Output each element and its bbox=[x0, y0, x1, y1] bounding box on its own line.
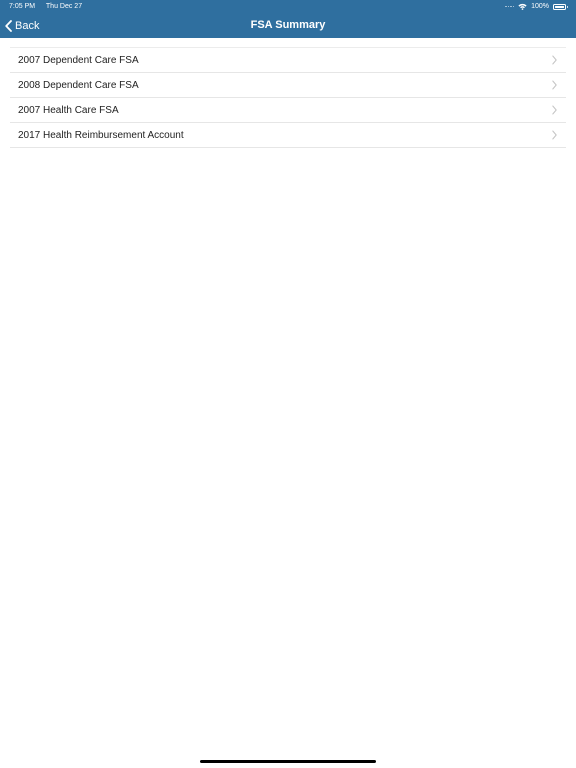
home-indicator[interactable] bbox=[200, 760, 376, 763]
list-item-account[interactable]: 2017 Health Reimbursement Account bbox=[10, 123, 566, 148]
battery-icon bbox=[553, 3, 568, 10]
account-label: 2008 Dependent Care FSA bbox=[18, 79, 139, 91]
signal-icon bbox=[505, 5, 515, 8]
status-date: Thu Dec 27 bbox=[45, 3, 83, 10]
list-item-account[interactable]: 2007 Health Care FSA bbox=[10, 98, 566, 123]
chevron-right-icon bbox=[552, 130, 557, 140]
chevron-right-icon bbox=[552, 55, 557, 65]
chevron-right-icon bbox=[552, 80, 557, 90]
status-bar: 7:05 PM Thu Dec 27 100% bbox=[0, 0, 576, 13]
battery-nub bbox=[566, 5, 568, 8]
account-label: 2007 Health Care FSA bbox=[18, 104, 119, 116]
page-title: FSA Summary bbox=[250, 19, 326, 31]
wifi-icon bbox=[518, 3, 527, 10]
list-item-account[interactable]: 2007 Dependent Care FSA bbox=[10, 48, 566, 73]
battery-percent: 100% bbox=[531, 3, 549, 10]
status-time: 7:05 PM bbox=[9, 3, 36, 10]
account-label: 2007 Dependent Care FSA bbox=[18, 54, 139, 66]
status-indicators: 100% bbox=[505, 0, 568, 13]
account-list: 2007 Dependent Care FSA 2008 Dependent C… bbox=[10, 47, 566, 148]
list-item-account[interactable]: 2008 Dependent Care FSA bbox=[10, 73, 566, 98]
navigation-bar: Back FSA Summary bbox=[0, 13, 576, 38]
top-bar: 7:05 PM Thu Dec 27 100% Back FSA Summary bbox=[0, 0, 576, 38]
account-label: 2017 Health Reimbursement Account bbox=[18, 129, 184, 141]
battery-fill bbox=[555, 5, 564, 8]
status-datetime: 7:05 PM Thu Dec 27 bbox=[9, 0, 82, 13]
chevron-right-icon bbox=[552, 105, 557, 115]
